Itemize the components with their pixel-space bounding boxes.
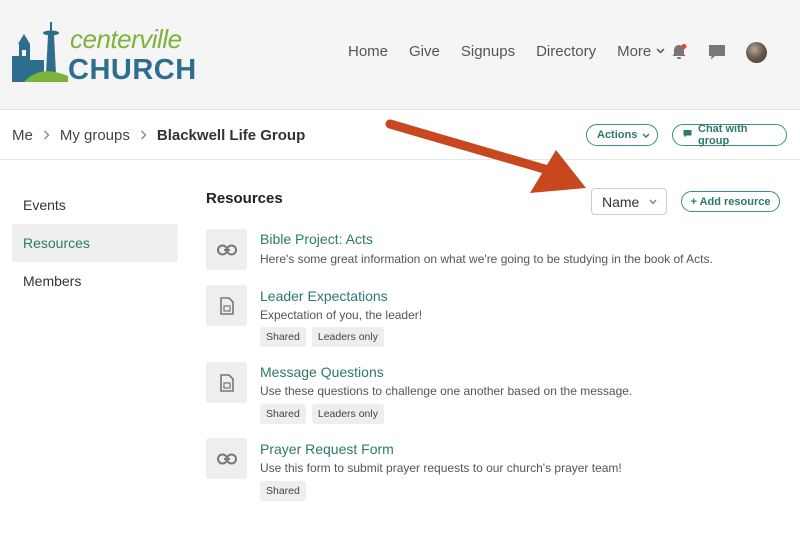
tag-badge: Shared — [260, 404, 306, 424]
nav-more[interactable]: More — [617, 43, 665, 60]
avatar[interactable] — [746, 42, 767, 63]
breadcrumb-me[interactable]: Me — [12, 127, 33, 144]
link-icon — [206, 438, 247, 479]
resource-name[interactable]: Bible Project: Acts — [260, 231, 373, 247]
breadcrumb: Me My groups Blackwell Life Group — [12, 127, 305, 144]
file-icon — [206, 285, 247, 326]
tag-badge: Shared — [260, 327, 306, 347]
sort-select[interactable]: Name — [591, 188, 667, 215]
breadcrumb-current: Blackwell Life Group — [156, 127, 306, 144]
chevron-down-icon — [642, 130, 650, 140]
sidebar-item-resources[interactable]: Resources — [12, 224, 178, 262]
nav-directory[interactable]: Directory — [536, 43, 596, 60]
logo-text-top: centerville — [70, 24, 182, 54]
sidebar-item-label: Members — [23, 273, 82, 289]
resource-name[interactable]: Prayer Request Form — [260, 441, 394, 457]
breadcrumb-my-groups[interactable]: My groups — [60, 127, 130, 144]
sidebar-item-events[interactable]: Events — [12, 186, 178, 224]
nav-signups[interactable]: Signups — [461, 43, 515, 60]
resource-tags: Shared — [260, 481, 312, 501]
chat-with-group-label: Chat with group — [698, 123, 748, 147]
link-icon — [206, 229, 247, 270]
sidebar-item-members[interactable]: Members — [12, 262, 178, 300]
file-icon — [206, 362, 247, 403]
chat-icon — [683, 129, 692, 141]
tag-badge: Leaders only — [311, 404, 384, 424]
main-nav: Home Give Signups Directory More — [348, 43, 686, 60]
chevron-down-icon — [648, 195, 658, 212]
resource-description: Here's some great information on what we… — [260, 252, 713, 266]
resource-description: Expectation of you, the leader! — [260, 308, 423, 322]
chevron-right-icon — [43, 128, 50, 143]
church-logo[interactable]: centerville CHURCH — [10, 16, 196, 86]
sidebar-item-label: Resources — [23, 235, 90, 251]
chevron-right-icon — [140, 128, 147, 143]
tag-badge: Shared — [260, 481, 306, 501]
church-logo-icon — [12, 22, 68, 82]
resource-name[interactable]: Message Questions — [260, 364, 384, 380]
sidebar-item-label: Events — [23, 197, 66, 213]
top-header: centerville CHURCH Home Give Signups Dir… — [0, 0, 800, 110]
actions-label: Actions — [597, 129, 638, 141]
nav-more-label: More — [617, 43, 652, 60]
chat-with-group-button[interactable]: Chat with group — [672, 123, 787, 147]
resource-description: Use these questions to challenge one ano… — [260, 384, 633, 398]
chat-icon[interactable] — [707, 42, 727, 62]
nav-give[interactable]: Give — [409, 43, 440, 60]
logo-text-bottom: CHURCH — [68, 54, 197, 86]
resource-name[interactable]: Leader Expectations — [260, 288, 388, 304]
resource-description: Use this form to submit prayer requests … — [260, 461, 622, 475]
resource-tags: Shared Leaders only — [260, 404, 390, 424]
page-title: Resources — [206, 190, 283, 207]
group-sidebar: Events Resources Members — [12, 186, 178, 300]
add-resource-button[interactable]: + Add resource — [681, 191, 780, 212]
nav-home[interactable]: Home — [348, 43, 388, 60]
chevron-down-icon — [656, 46, 665, 57]
sort-selected-value: Name — [602, 193, 640, 210]
actions-button[interactable]: Actions — [586, 124, 658, 146]
resource-tags: Shared Leaders only — [260, 327, 390, 347]
tag-badge: Leaders only — [311, 327, 384, 347]
bell-icon[interactable] — [669, 42, 689, 62]
